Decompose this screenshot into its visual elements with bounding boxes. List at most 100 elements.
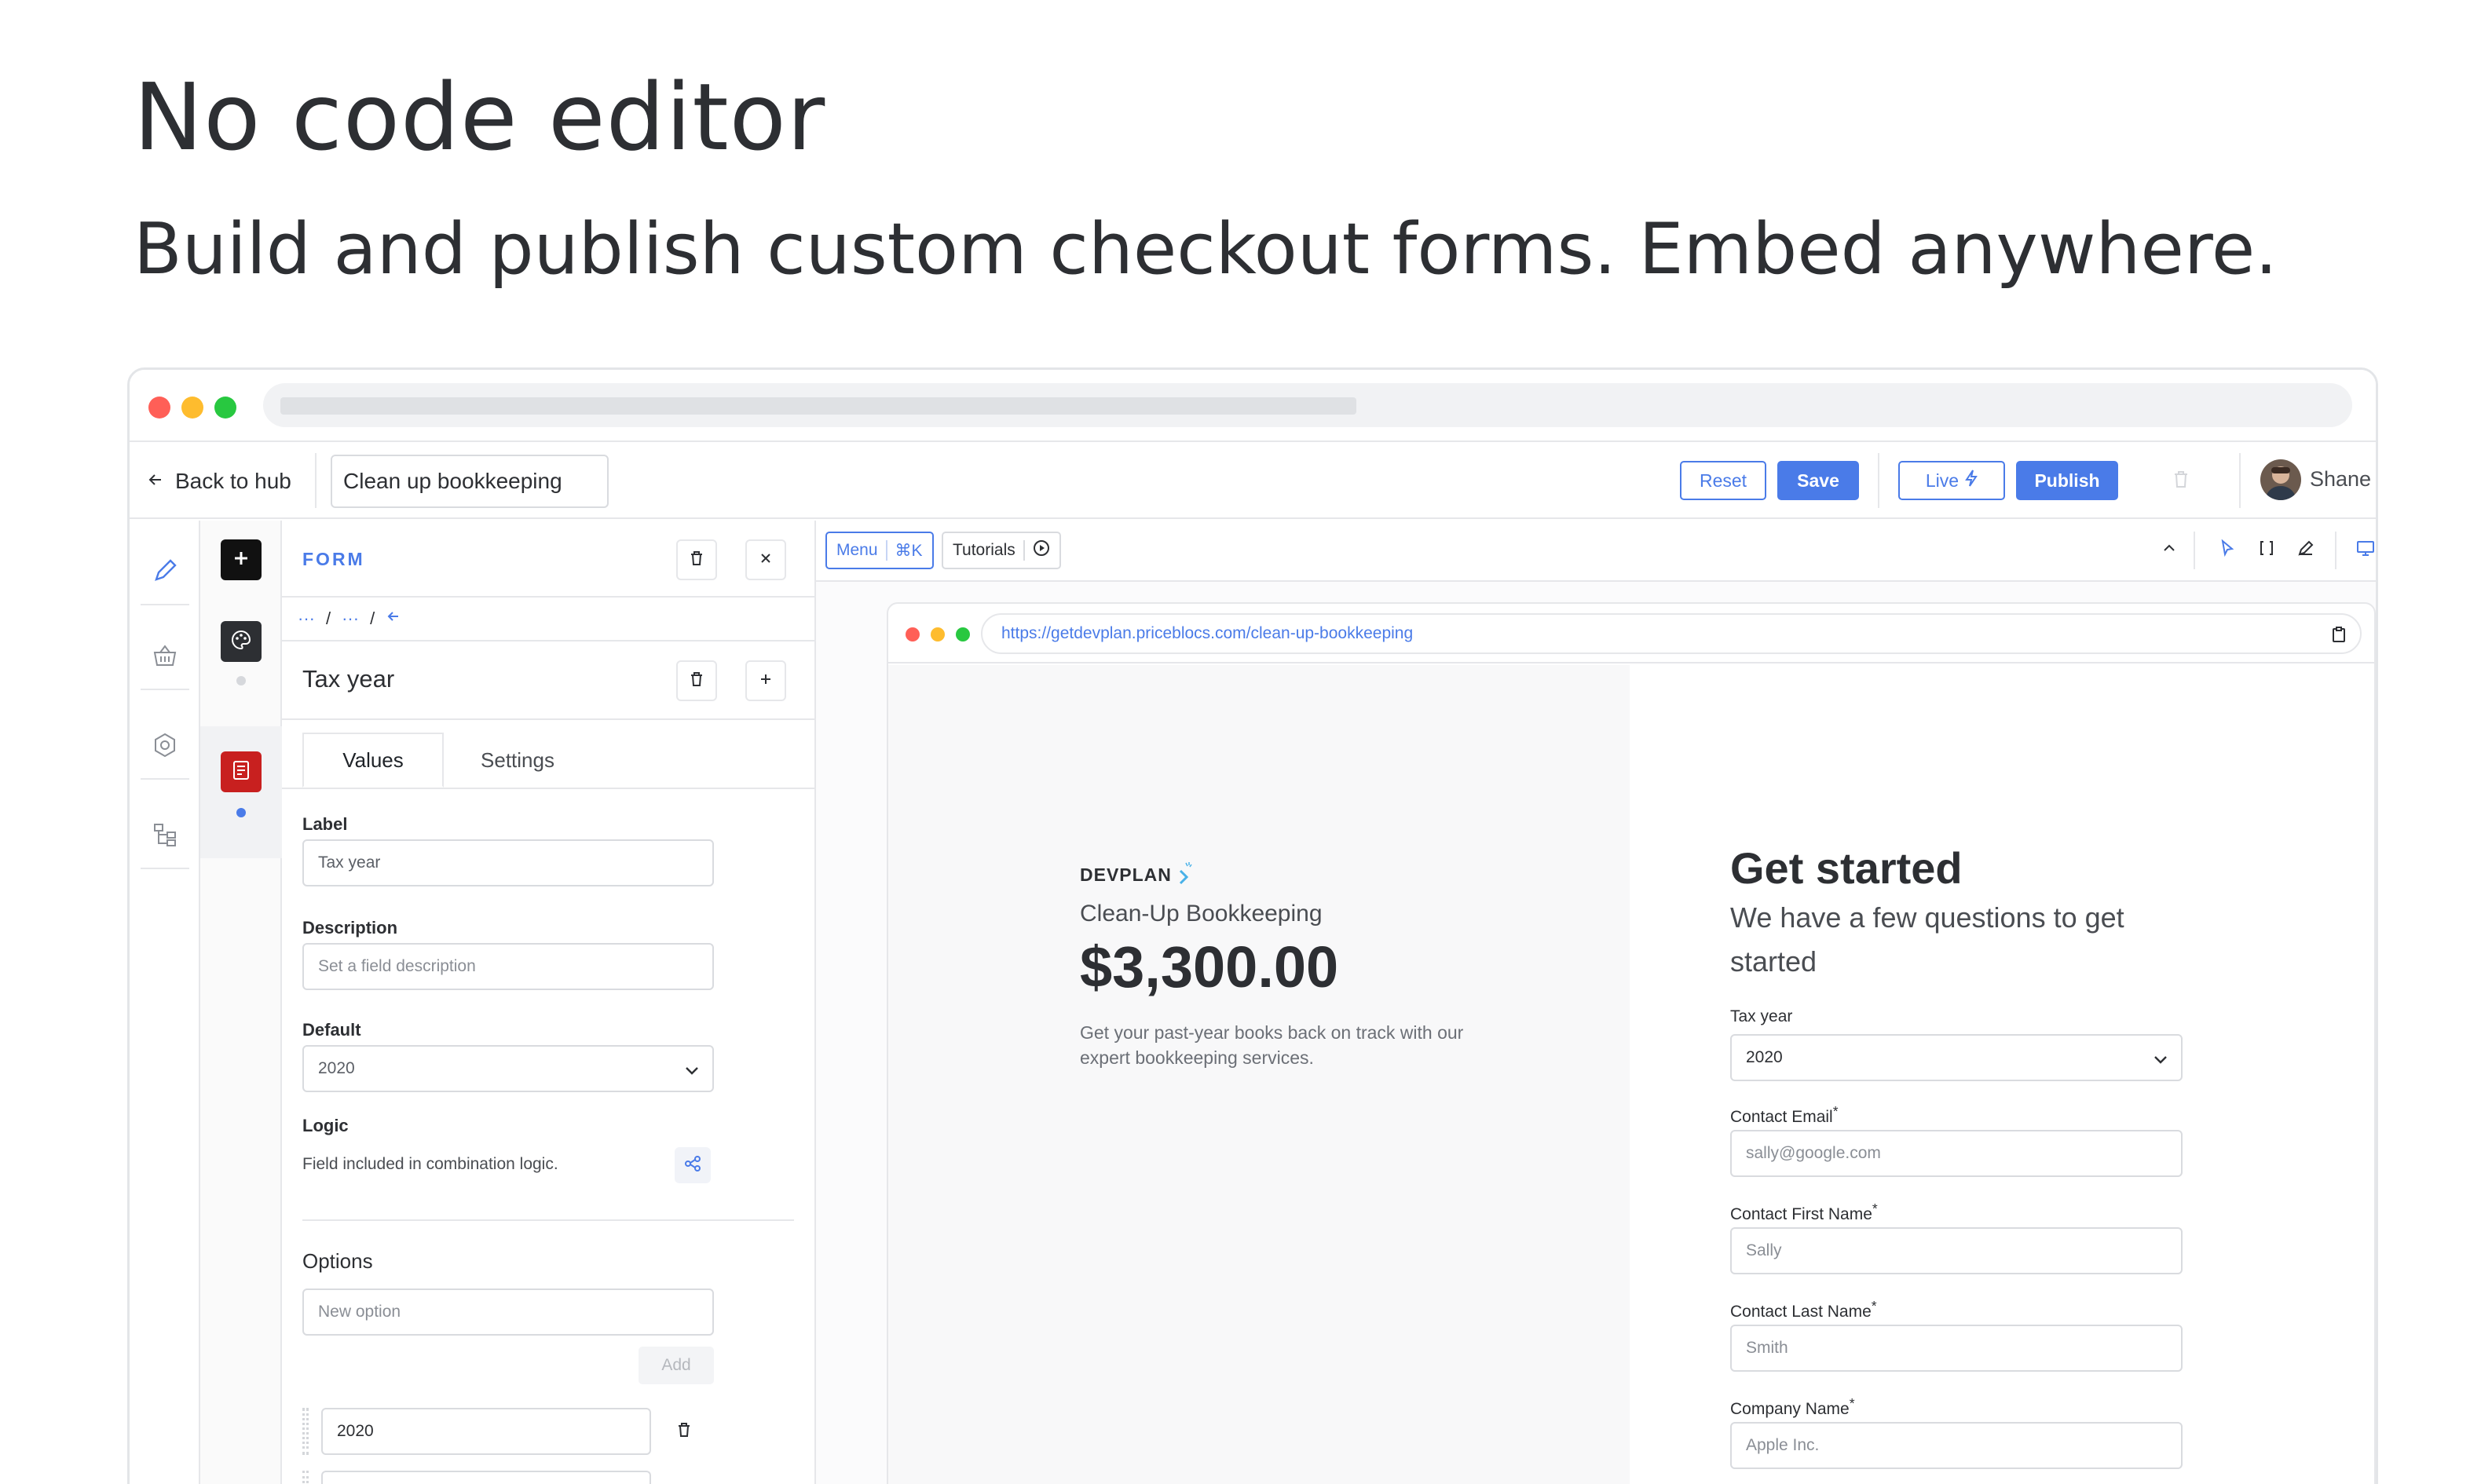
address-placeholder-bar bbox=[280, 397, 1356, 415]
contact-last-name-input[interactable]: Smith bbox=[1730, 1325, 2183, 1372]
checkout-form: Get started We have a few questions to g… bbox=[1630, 665, 2374, 1484]
clipboard-icon[interactable] bbox=[2332, 626, 2346, 648]
publish-button[interactable]: Publish bbox=[2016, 461, 2118, 500]
edit-tool-button[interactable] bbox=[2288, 532, 2324, 568]
new-option-input[interactable]: New option bbox=[302, 1288, 714, 1336]
form-block-button[interactable] bbox=[221, 751, 262, 792]
close-icon bbox=[759, 552, 772, 568]
add-block-button[interactable] bbox=[221, 539, 262, 580]
product-summary: DEVPLAN Clean-Up Bookkeeping $3,300.00 G… bbox=[888, 665, 1630, 1484]
add-field-button[interactable] bbox=[745, 660, 786, 701]
menu-shortcut: ⌘K bbox=[895, 541, 923, 560]
tutorials-button[interactable]: Tutorials bbox=[942, 532, 1061, 569]
theme-block-button[interactable] bbox=[221, 621, 262, 662]
product-description: Get your past-year books back on track w… bbox=[1080, 1020, 1463, 1070]
add-option-button[interactable]: Add bbox=[639, 1347, 714, 1384]
trash-icon[interactable] bbox=[2172, 469, 2190, 493]
product-name: Clean-Up Bookkeeping bbox=[1080, 901, 1323, 927]
contact-first-name-input[interactable]: Sally bbox=[1730, 1227, 2183, 1274]
company-name-input[interactable]: Apple Inc. bbox=[1730, 1422, 2183, 1469]
label-field-label: Label bbox=[302, 814, 348, 834]
contact-last-name-label: Contact Last Name* bbox=[1730, 1298, 1877, 1321]
required-mark: * bbox=[1871, 1298, 1877, 1314]
drag-handle[interactable] bbox=[302, 1471, 309, 1484]
logic-button[interactable] bbox=[675, 1147, 711, 1183]
arrow-left-icon[interactable] bbox=[386, 609, 401, 629]
divider bbox=[2335, 532, 2336, 569]
form-subtitle-line: We have a few questions to get bbox=[1730, 901, 2124, 934]
trash-icon bbox=[676, 1421, 692, 1442]
delete-option-button[interactable] bbox=[667, 1414, 701, 1449]
tab-settings[interactable]: Settings bbox=[447, 733, 588, 788]
rail-settings[interactable] bbox=[141, 715, 189, 780]
delete-field-button[interactable] bbox=[676, 660, 717, 701]
active-block-highlight bbox=[200, 726, 282, 858]
plus-icon bbox=[759, 673, 772, 689]
palette-icon bbox=[230, 629, 252, 655]
collapse-button[interactable] bbox=[2151, 532, 2187, 568]
contact-email-input[interactable]: sally@google.com bbox=[1730, 1130, 2183, 1177]
contact-first-name-label-text: Contact First Name bbox=[1730, 1205, 1872, 1223]
option-item[interactable]: 2020 bbox=[321, 1408, 651, 1455]
avatar[interactable] bbox=[2260, 459, 2301, 500]
preview-minimize-dot bbox=[931, 627, 945, 641]
browser-window: Back to hub Clean up bookkeeping Reset S… bbox=[127, 367, 2378, 1484]
contact-last-name-label-text: Contact Last Name bbox=[1730, 1303, 1872, 1321]
rail-edit[interactable] bbox=[141, 541, 189, 605]
checkout-preview: https://getdevplan.priceblocs.com/clean-… bbox=[887, 602, 2376, 1484]
tab-values[interactable]: Values bbox=[302, 733, 444, 788]
divider bbox=[2194, 532, 2195, 569]
drag-handle[interactable] bbox=[302, 1408, 309, 1455]
required-mark: * bbox=[1849, 1395, 1855, 1411]
user-name: Shane bbox=[2310, 467, 2372, 491]
contact-email-label-text: Contact Email bbox=[1730, 1108, 1833, 1126]
contact-first-name-label: Contact First Name* bbox=[1730, 1201, 1878, 1224]
preview-browser-bar: https://getdevplan.priceblocs.com/clean-… bbox=[888, 604, 2374, 663]
play-circle-icon bbox=[1033, 539, 1050, 561]
window-maximize-button[interactable] bbox=[214, 397, 236, 419]
breadcrumb-item[interactable]: ··· bbox=[342, 609, 359, 629]
delete-section-button[interactable] bbox=[676, 539, 717, 580]
breadcrumb-item[interactable]: ··· bbox=[298, 609, 315, 629]
chevron-down-icon bbox=[2153, 1051, 2168, 1070]
option-item[interactable] bbox=[321, 1471, 651, 1484]
menu-button[interactable]: Menu ⌘K bbox=[825, 532, 934, 569]
form-subtitle: We have a few questions to get started bbox=[1730, 896, 2124, 984]
field-title: Tax year bbox=[302, 665, 395, 693]
preview-close-dot bbox=[906, 627, 920, 641]
preview-url[interactable]: https://getdevplan.priceblocs.com/clean-… bbox=[1001, 624, 1413, 643]
window-minimize-button[interactable] bbox=[181, 397, 203, 419]
reset-button[interactable]: Reset bbox=[1680, 461, 1766, 500]
default-select-value: 2020 bbox=[318, 1059, 355, 1077]
hero-subtitle: Build and publish custom checkout forms.… bbox=[134, 208, 2278, 291]
trash-icon bbox=[689, 671, 704, 692]
cursor-icon bbox=[2220, 538, 2234, 561]
field-header: Tax year bbox=[282, 641, 814, 720]
preview-url-bar[interactable]: https://getdevplan.priceblocs.com/clean-… bbox=[981, 613, 2362, 654]
divider bbox=[885, 540, 887, 561]
chevron-down-icon bbox=[684, 1062, 700, 1081]
rail-products[interactable] bbox=[141, 626, 189, 690]
left-rail bbox=[130, 521, 200, 1484]
description-input[interactable]: Set a field description bbox=[302, 943, 714, 990]
logic-field-label: Logic bbox=[302, 1116, 349, 1135]
save-button[interactable]: Save bbox=[1777, 461, 1859, 500]
rail-tree[interactable] bbox=[141, 805, 189, 869]
desktop-view-button[interactable] bbox=[2347, 532, 2376, 568]
live-label: Live bbox=[1925, 470, 1960, 491]
close-panel-button[interactable] bbox=[745, 539, 786, 580]
chevron-up-icon bbox=[2162, 543, 2176, 557]
tax-year-select[interactable]: 2020 bbox=[1730, 1034, 2183, 1081]
label-input[interactable]: Tax year bbox=[302, 839, 714, 886]
doc-name-input[interactable]: Clean up bookkeeping bbox=[331, 455, 609, 508]
live-toggle-button[interactable]: Live bbox=[1898, 461, 2005, 500]
window-close-button[interactable] bbox=[148, 397, 170, 419]
default-select[interactable]: 2020 bbox=[302, 1045, 714, 1092]
brackets-tool-button[interactable] bbox=[2249, 532, 2285, 568]
breadcrumb-trail: ··· / ··· / bbox=[298, 609, 401, 629]
browser-address-bar[interactable] bbox=[263, 383, 2352, 427]
back-to-hub-button[interactable]: Back to hub bbox=[147, 464, 291, 499]
required-mark: * bbox=[1832, 1103, 1839, 1119]
select-tool-button[interactable] bbox=[2209, 532, 2245, 568]
browser-titlebar bbox=[130, 370, 2376, 442]
